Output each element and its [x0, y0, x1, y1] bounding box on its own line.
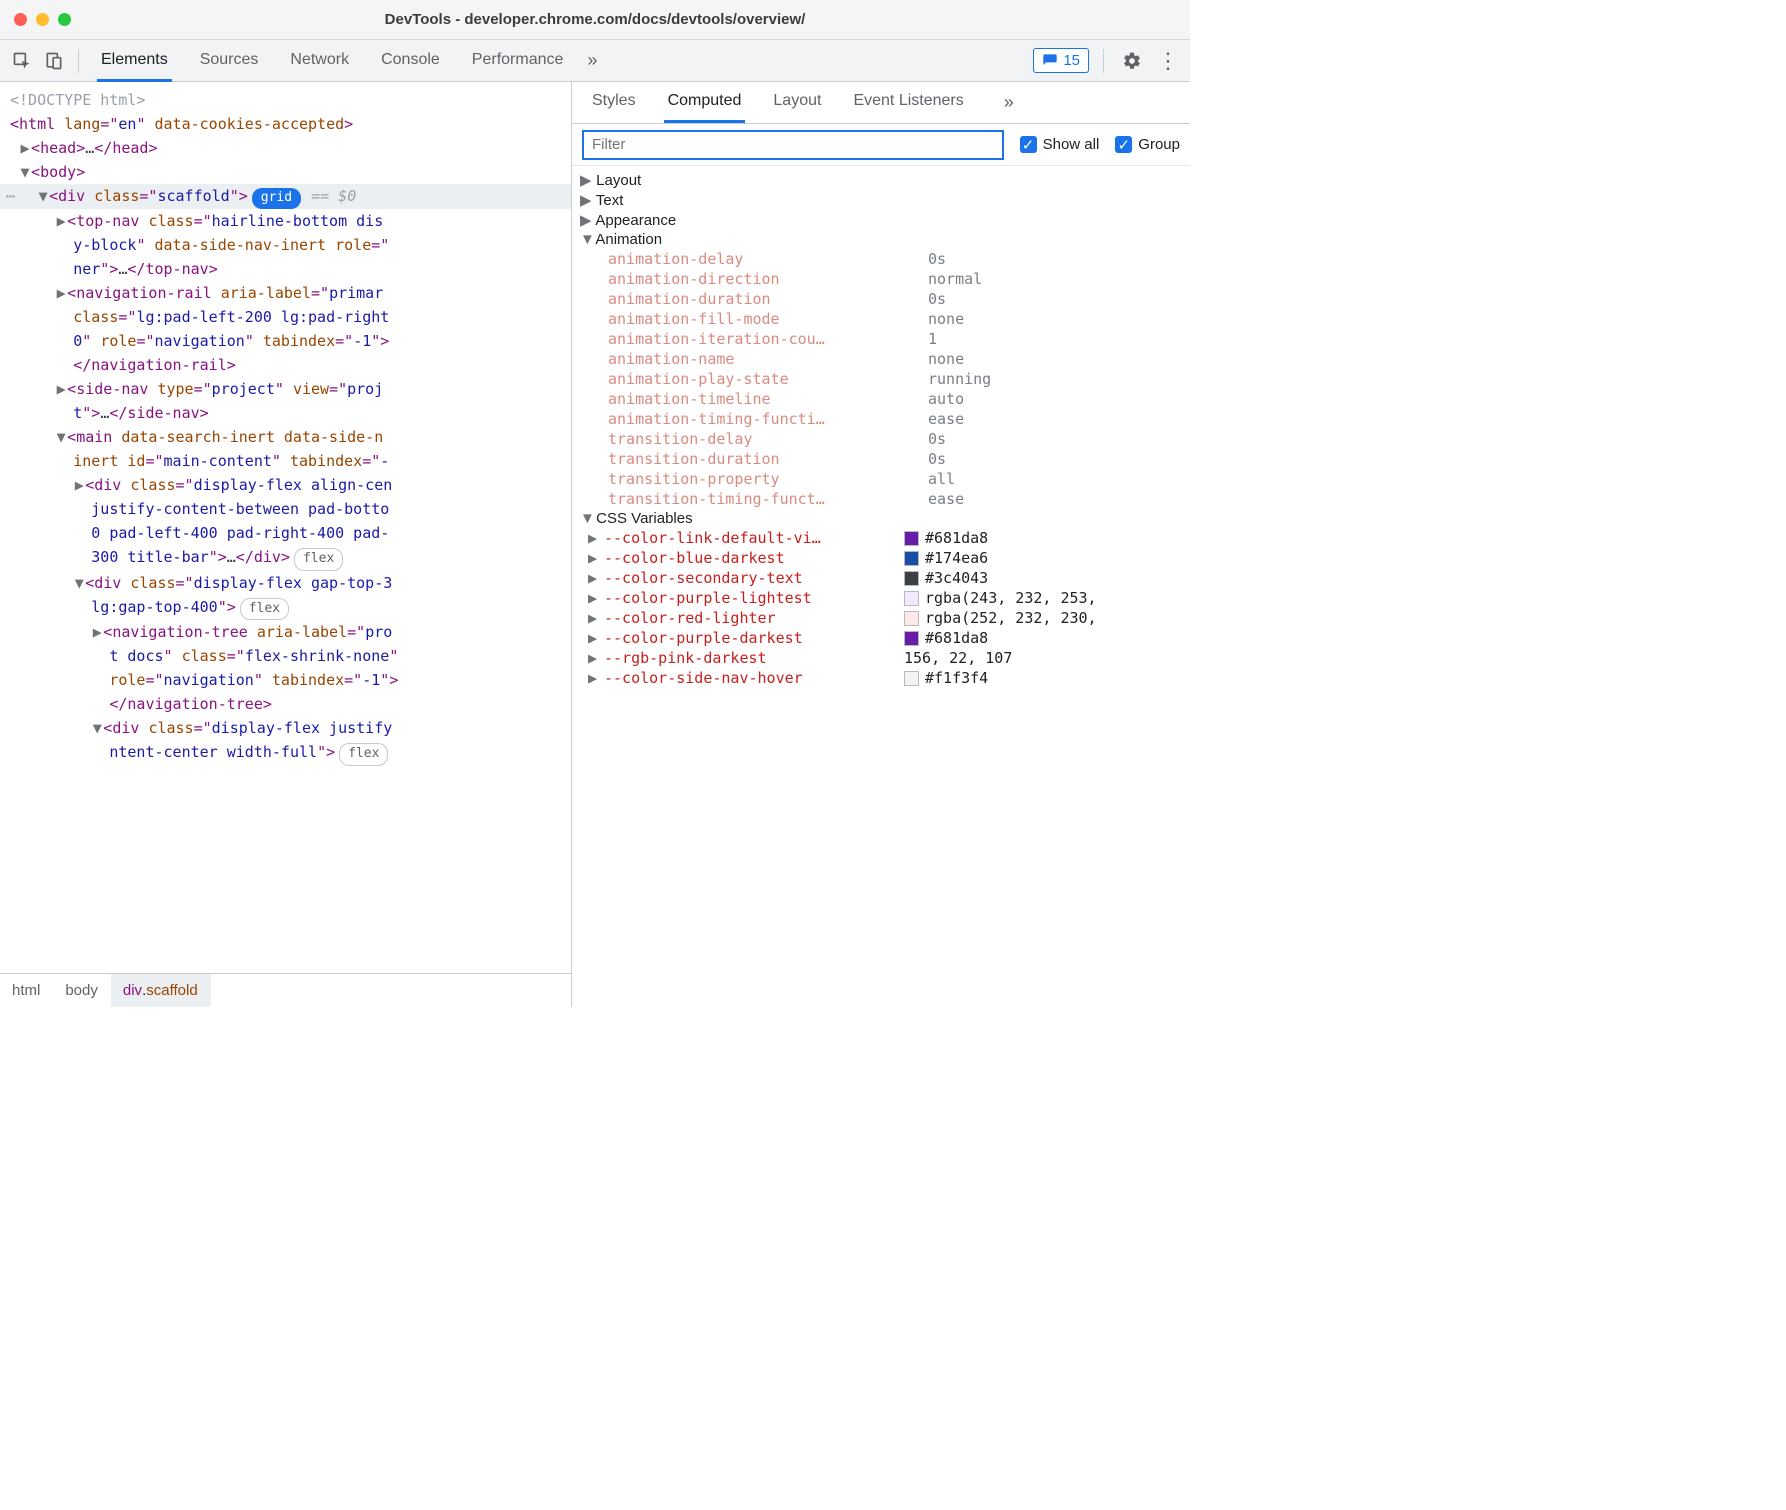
sidebar-tabs: Styles Computed Layout Event Listeners » — [572, 82, 1190, 124]
tab-sources[interactable]: Sources — [196, 41, 263, 82]
group-animation[interactable]: ▼ Animation — [572, 230, 1190, 249]
maximize-window-icon[interactable] — [58, 13, 71, 26]
doctype: <!DOCTYPE html> — [10, 91, 145, 109]
computed-property[interactable]: animation-timelineauto — [572, 389, 1190, 409]
tab-event-listeners[interactable]: Event Listeners — [849, 83, 967, 123]
html-open-tag[interactable]: <html lang="en" data-cookies-accepted> — [0, 112, 571, 136]
settings-gear-icon[interactable] — [1118, 47, 1146, 75]
css-variable[interactable]: ▶--color-purple-lightestrgba(243, 232, 2… — [572, 588, 1190, 608]
top-nav-node[interactable]: ▶<top-nav class="hairline-bottom dis — [0, 209, 571, 233]
separator — [1103, 49, 1104, 73]
tab-computed[interactable]: Computed — [664, 83, 746, 123]
styles-pane: Styles Computed Layout Event Listeners »… — [572, 82, 1190, 1007]
main-split: <!DOCTYPE html> <html lang="en" data-coo… — [0, 82, 1190, 1007]
flex-badge[interactable]: flex — [240, 598, 289, 621]
checkbox-checked-icon: ✓ — [1115, 136, 1132, 153]
group-checkbox[interactable]: ✓ Group — [1115, 136, 1180, 153]
more-menu-icon[interactable]: ⋮ — [1154, 47, 1182, 75]
head-node[interactable]: ▶<head>…</head> — [0, 136, 571, 160]
css-variable[interactable]: ▶--color-red-lighterrgba(252, 232, 230, — [572, 608, 1190, 628]
window-titlebar: DevTools - developer.chrome.com/docs/dev… — [0, 0, 1190, 40]
computed-property[interactable]: animation-delay0s — [572, 249, 1190, 269]
filter-input[interactable] — [582, 130, 1004, 160]
crumb-body[interactable]: body — [53, 974, 111, 1007]
computed-properties[interactable]: ▶ Layout ▶ Text ▶ Appearance ▼ Animation… — [572, 166, 1190, 1007]
grid-badge[interactable]: grid — [252, 188, 301, 209]
css-variable[interactable]: ▶--color-blue-darkest#174ea6 — [572, 548, 1190, 568]
dom-tree[interactable]: <!DOCTYPE html> <html lang="en" data-coo… — [0, 82, 571, 973]
main-toolbar: Elements Sources Network Console Perform… — [0, 40, 1190, 82]
css-variable[interactable]: ▶--color-side-nav-hover#f1f3f4 — [572, 668, 1190, 688]
issues-count: 15 — [1063, 52, 1080, 69]
toolbar-right: 15 ⋮ — [1033, 47, 1182, 75]
group-text[interactable]: ▶ Text — [572, 190, 1190, 210]
computed-property[interactable]: transition-timing-funct…ease — [572, 489, 1190, 509]
tab-layout[interactable]: Layout — [769, 83, 825, 123]
flex-badge[interactable]: flex — [294, 548, 343, 571]
computed-property[interactable]: transition-duration0s — [572, 449, 1190, 469]
group-layout[interactable]: ▶ Layout — [572, 170, 1190, 190]
tab-styles[interactable]: Styles — [588, 83, 640, 123]
filter-bar: ✓ Show all ✓ Group — [572, 124, 1190, 166]
navigation-tree-node[interactable]: ▶<navigation-tree aria-label="pro — [0, 620, 571, 644]
traffic-lights — [14, 13, 71, 26]
inspect-element-icon[interactable] — [8, 47, 36, 75]
group-css-variables[interactable]: ▼ CSS Variables — [572, 509, 1190, 528]
css-variable[interactable]: ▶--color-link-default-vi…#681da8 — [572, 528, 1190, 548]
computed-property[interactable]: transition-propertyall — [572, 469, 1190, 489]
group-appearance[interactable]: ▶ Appearance — [572, 210, 1190, 230]
computed-property[interactable]: animation-directionnormal — [572, 269, 1190, 289]
css-variable[interactable]: ▶--color-purple-darkest#681da8 — [572, 628, 1190, 648]
crumb-html[interactable]: html — [0, 974, 53, 1007]
tab-network[interactable]: Network — [286, 41, 353, 82]
computed-property[interactable]: animation-play-staterunning — [572, 369, 1190, 389]
tab-console[interactable]: Console — [377, 41, 444, 82]
title-bar-div-node[interactable]: ▶<div class="display-flex align-cen — [0, 473, 571, 497]
breadcrumb: html body div.scaffold — [0, 973, 571, 1007]
minimize-window-icon[interactable] — [36, 13, 49, 26]
close-window-icon[interactable] — [14, 13, 27, 26]
issues-button[interactable]: 15 — [1033, 48, 1089, 73]
console-reference: == $0 — [311, 187, 356, 205]
flex-container-node[interactable]: ▼<div class="display-flex gap-top-3 — [0, 571, 571, 595]
elements-panel: <!DOCTYPE html> <html lang="en" data-coo… — [0, 82, 572, 1007]
computed-property[interactable]: animation-namenone — [572, 349, 1190, 369]
tab-performance[interactable]: Performance — [468, 41, 568, 82]
show-all-checkbox[interactable]: ✓ Show all — [1020, 136, 1100, 153]
sidebar-tabs-overflow-icon[interactable]: » — [1004, 92, 1014, 113]
show-all-label: Show all — [1043, 136, 1100, 153]
separator — [78, 49, 79, 73]
tab-elements[interactable]: Elements — [97, 41, 172, 82]
computed-property[interactable]: transition-delay0s — [572, 429, 1190, 449]
flex-badge[interactable]: flex — [339, 743, 388, 766]
checkbox-checked-icon: ✓ — [1020, 136, 1037, 153]
css-variable[interactable]: ▶--color-secondary-text#3c4043 — [572, 568, 1190, 588]
body-node[interactable]: ▼<body> — [0, 160, 571, 184]
device-toolbar-icon[interactable] — [40, 47, 68, 75]
main-tabs: Elements Sources Network Console Perform… — [97, 41, 567, 81]
computed-property[interactable]: animation-iteration-cou…1 — [572, 329, 1190, 349]
selected-node-actions-icon[interactable]: ⋯ — [2, 184, 19, 208]
crumb-selected[interactable]: div.scaffold — [111, 974, 211, 1007]
group-label: Group — [1138, 136, 1180, 153]
navigation-rail-node[interactable]: ▶<navigation-rail aria-label="primar — [0, 281, 571, 305]
css-variable[interactable]: ▶--rgb-pink-darkest156, 22, 107 — [572, 648, 1190, 668]
window-title: DevTools - developer.chrome.com/docs/dev… — [0, 11, 1190, 28]
computed-property[interactable]: animation-duration0s — [572, 289, 1190, 309]
main-node[interactable]: ▼<main data-search-inert data-side-n — [0, 425, 571, 449]
scaffold-node[interactable]: ▼<div class="scaffold">grid== $0 — [0, 184, 571, 209]
computed-property[interactable]: animation-timing-functi…ease — [572, 409, 1190, 429]
tabs-overflow-icon[interactable]: » — [587, 50, 597, 71]
side-nav-node[interactable]: ▶<side-nav type="project" view="proj — [0, 377, 571, 401]
computed-property[interactable]: animation-fill-modenone — [572, 309, 1190, 329]
content-div-node[interactable]: ▼<div class="display-flex justify — [0, 716, 571, 740]
